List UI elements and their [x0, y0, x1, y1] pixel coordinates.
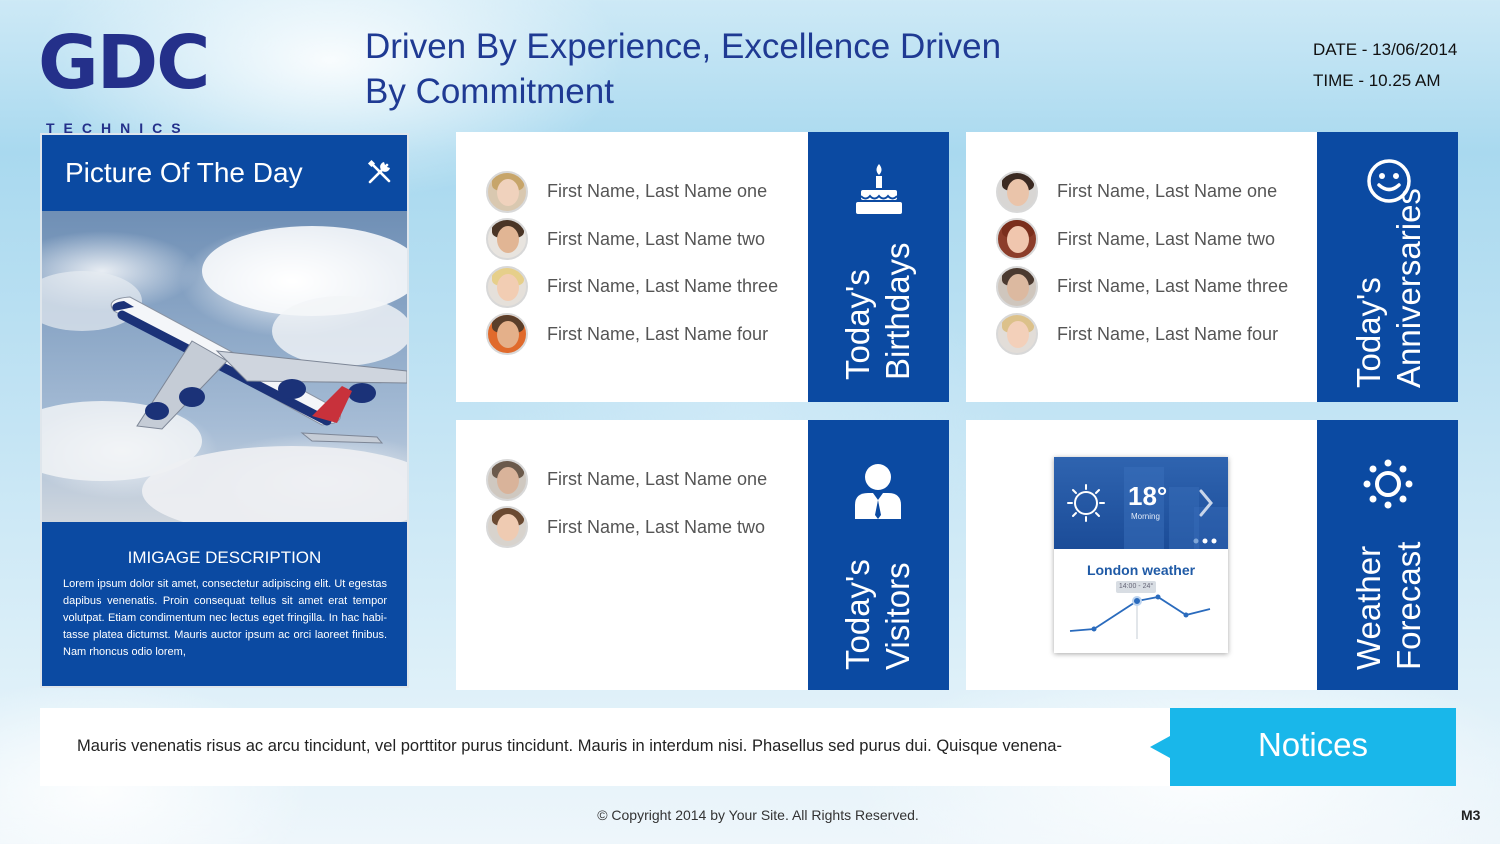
list-item[interactable]: First Name, Last Name four	[996, 311, 1288, 359]
weather-period: Morning	[1131, 512, 1160, 521]
weather-label: Weather Forecast	[1349, 542, 1429, 670]
temperature-trend-graph	[1069, 594, 1211, 639]
picture-of-the-day-panel: Picture Of The Day IMIGAGE DESCRIPTION L…	[40, 133, 409, 688]
avatar	[996, 170, 1038, 213]
potd-header: Picture Of The Day	[42, 135, 407, 211]
date-time-display: DATE - 13/06/2014 TIME - 10.25 AM	[1313, 34, 1457, 96]
potd-description: IMIGAGE DESCRIPTION Lorem ipsum dolor si…	[42, 522, 407, 686]
avatar	[996, 218, 1038, 261]
notices-tab[interactable]: Notices	[1150, 708, 1456, 786]
birthdays-list: First Name, Last Name one First Name, La…	[486, 168, 778, 358]
visitor-icon	[855, 464, 901, 519]
list-item[interactable]: First Name, Last Name one	[486, 456, 767, 504]
anniversaries-label-line1: Today's	[1350, 277, 1387, 388]
person-name: First Name, Last Name four	[547, 323, 769, 344]
time-text: TIME - 10.25 AM	[1313, 71, 1441, 90]
birthdays-label-line1: Today's	[839, 269, 876, 380]
anniversaries-label-line2: Anniversaries	[1390, 188, 1427, 388]
copyright-text: © Copyright 2014 by Your Site. All Right…	[597, 807, 919, 823]
weather-label-line2: Forecast	[1390, 541, 1427, 670]
birthday-cake-icon	[856, 164, 902, 214]
anniversaries-list: First Name, Last Name one First Name, La…	[996, 168, 1288, 358]
weather-widget[interactable]: 18° Morning London weather 14:00 - 24°	[1054, 457, 1228, 653]
description-text: Lorem ipsum dolor sit amet, consectetur …	[63, 578, 387, 658]
weather-range: 14:00 - 24°	[1116, 581, 1156, 593]
avatar	[486, 265, 528, 308]
avatar	[996, 265, 1038, 308]
person-name: First Name, Last Name two	[1057, 228, 1276, 249]
list-item[interactable]: First Name, Last Name one	[486, 168, 778, 216]
tools-icon[interactable]	[367, 159, 393, 185]
list-item[interactable]: First Name, Last Name four	[486, 311, 778, 359]
avatar	[486, 170, 528, 213]
tagline-line1: Driven By Experience, Excellence Driven	[365, 27, 1002, 66]
avatar	[486, 313, 528, 356]
weather-side-panel: Weather Forecast	[1317, 420, 1458, 690]
logo: GDC TECHNICS	[38, 20, 228, 136]
visitors-label: Today's Visitors	[838, 559, 918, 670]
visitors-label-line2: Visitors	[879, 562, 916, 670]
person-name: First Name, Last Name four	[1057, 323, 1279, 344]
notices-text: Mauris venenatis risus ac arcu tincidunt…	[77, 737, 1062, 755]
potd-photo[interactable]	[42, 211, 407, 522]
page-id: M3	[1461, 807, 1481, 823]
tagline-line2: By Commitment	[365, 72, 614, 111]
list-item[interactable]: First Name, Last Name two	[486, 504, 767, 552]
chevron-right-icon[interactable]	[1198, 489, 1214, 517]
avatar	[486, 218, 528, 261]
anniversaries-card: First Name, Last Name one First Name, La…	[966, 132, 1317, 402]
notices-tab-arrow	[1150, 736, 1170, 758]
person-name: First Name, Last Name one	[547, 469, 768, 490]
weather-temperature: 18°	[1128, 481, 1168, 511]
avatar	[486, 458, 528, 501]
sun-icon	[1363, 459, 1413, 509]
weather-widget-header: 18° Morning	[1054, 457, 1228, 549]
person-name: First Name, Last Name one	[547, 181, 768, 202]
sun-icon	[1067, 484, 1105, 522]
airplane-image	[42, 226, 407, 522]
avatar	[996, 313, 1038, 356]
notices-ticker: Mauris venenatis risus ac arcu tincidunt…	[40, 708, 1170, 786]
page-tagline: Driven By Experience, Excellence Driven …	[365, 24, 1065, 114]
birthdays-card: First Name, Last Name one First Name, La…	[456, 132, 808, 402]
anniversaries-side-panel: Today's Anniversaries	[1317, 132, 1458, 402]
weather-label-line1: Weather	[1350, 545, 1387, 670]
description-title: IMIGAGE DESCRIPTION	[127, 548, 322, 567]
person-name: First Name, Last Name one	[1057, 181, 1278, 202]
person-name: First Name, Last Name two	[547, 228, 766, 249]
date-text: DATE - 13/06/2014	[1313, 40, 1458, 59]
birthdays-label: Today's Birthdays	[838, 242, 918, 380]
visitors-list: First Name, Last Name one First Name, La…	[486, 456, 767, 551]
weather-city: London weather	[1086, 562, 1196, 578]
list-item[interactable]: First Name, Last Name two	[996, 216, 1288, 264]
potd-title: Picture Of The Day	[65, 157, 303, 188]
notices-label: Notices	[1257, 726, 1369, 763]
person-name: First Name, Last Name three	[1057, 276, 1289, 297]
visitors-label-line1: Today's	[839, 559, 876, 670]
weather-card: 18° Morning London weather 14:00 - 24°	[966, 420, 1317, 690]
avatar	[486, 506, 528, 549]
list-item[interactable]: First Name, Last Name three	[996, 263, 1288, 311]
birthdays-side-panel: Today's Birthdays	[808, 132, 949, 402]
birthdays-label-line2: Birthdays	[879, 242, 916, 380]
list-item[interactable]: First Name, Last Name three	[486, 263, 778, 311]
person-name: First Name, Last Name three	[547, 276, 779, 297]
list-item[interactable]: First Name, Last Name two	[486, 216, 778, 264]
logo-main: GDC	[38, 20, 210, 106]
visitors-side-panel: Today's Visitors	[808, 420, 949, 690]
anniversaries-label: Today's Anniversaries	[1349, 188, 1429, 388]
visitors-card: First Name, Last Name one First Name, La…	[456, 420, 808, 690]
carousel-dots[interactable]	[1192, 537, 1224, 545]
list-item[interactable]: First Name, Last Name one	[996, 168, 1288, 216]
person-name: First Name, Last Name two	[547, 516, 766, 537]
